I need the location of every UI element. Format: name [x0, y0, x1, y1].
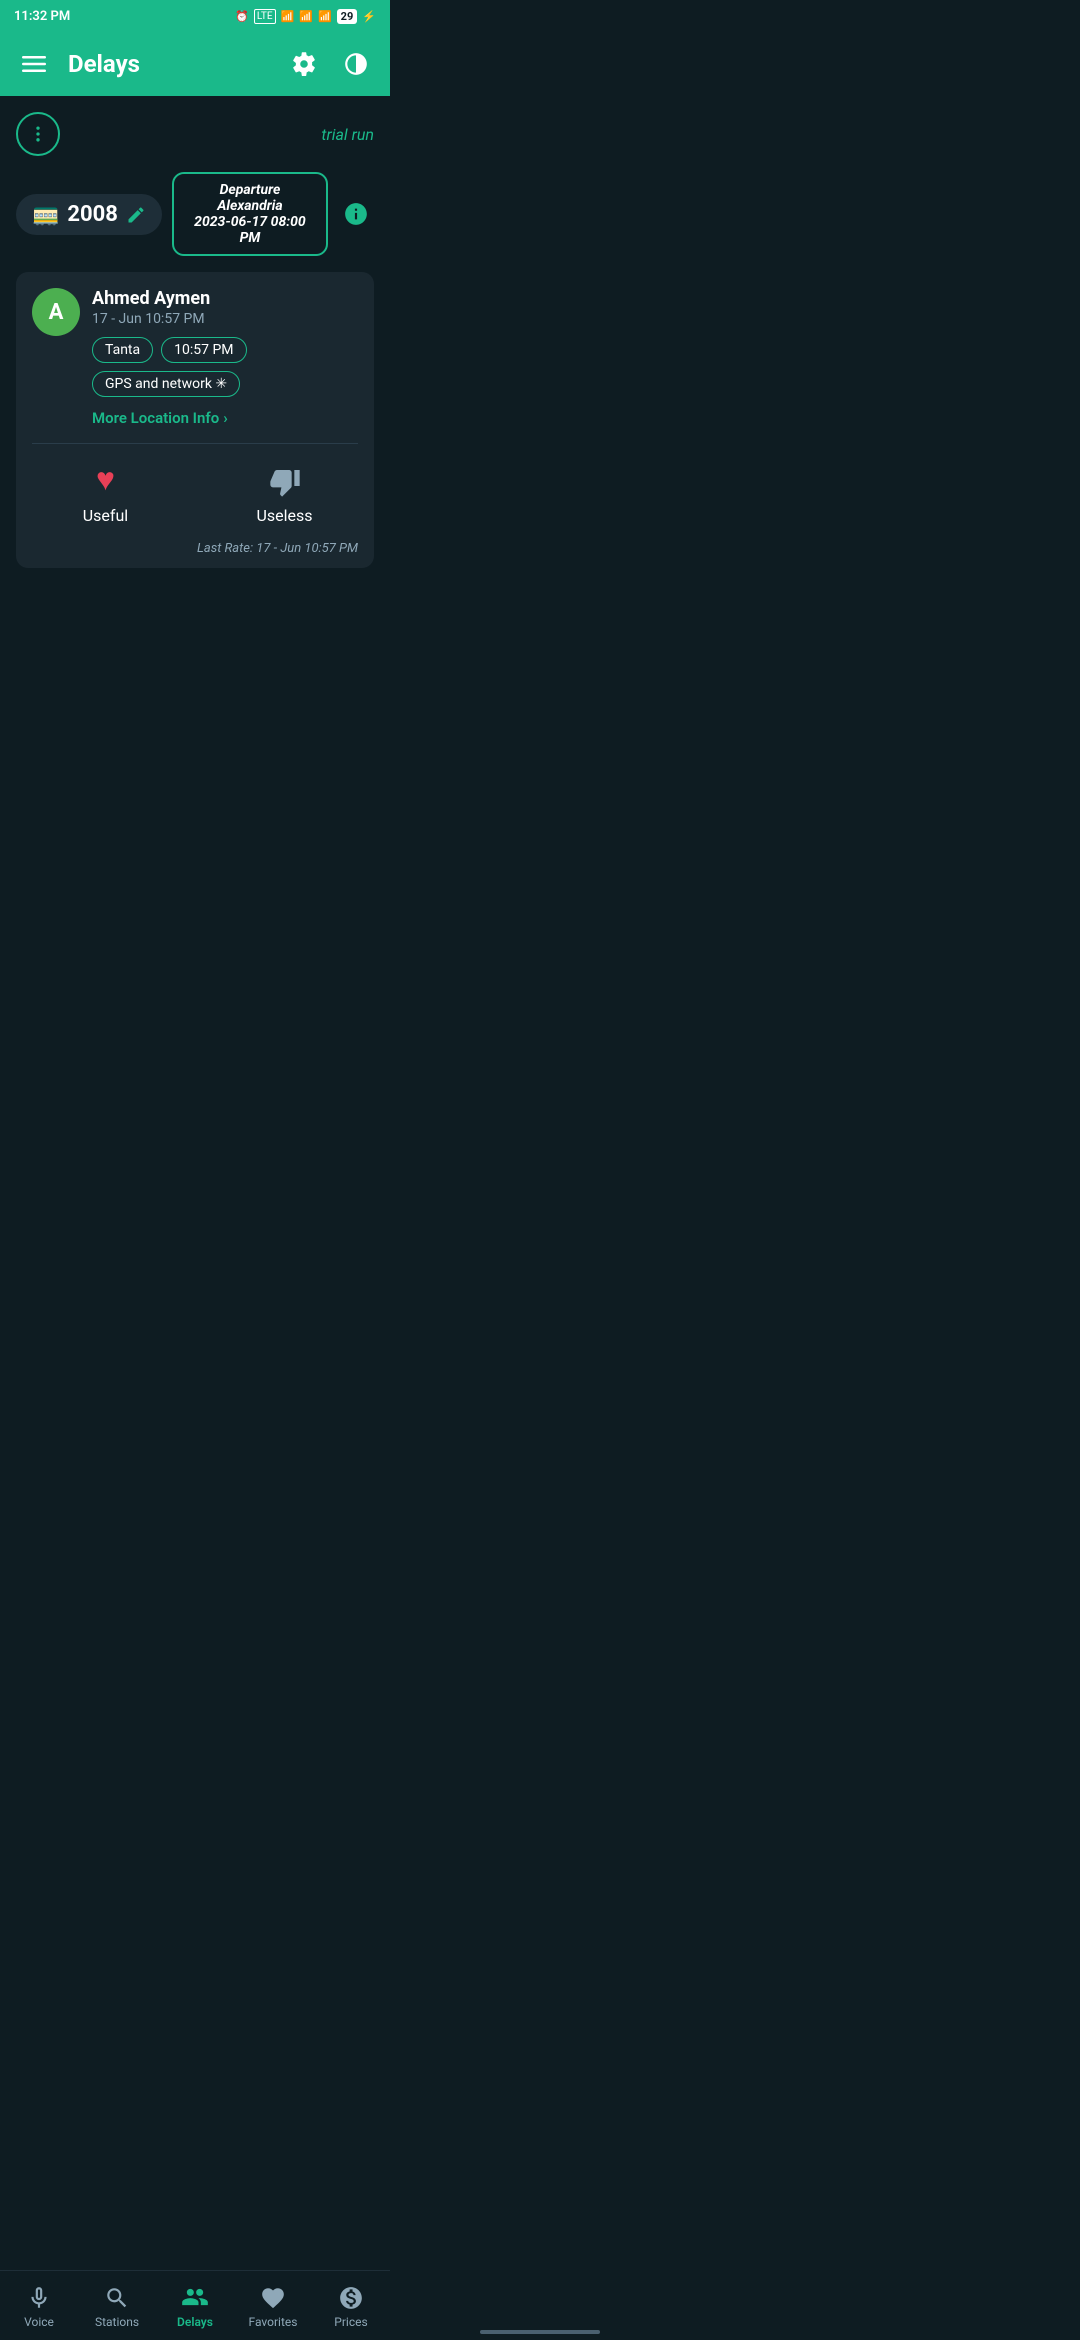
nav-item-stations[interactable]: Stations: [78, 2274, 156, 2329]
tag-gps: GPS and network ✳: [92, 371, 240, 397]
tags-row: Tanta 10:57 PM GPS and network ✳: [92, 337, 358, 397]
heart-icon: ♥: [96, 460, 115, 498]
train-icon: 🚃: [32, 202, 59, 227]
departure-box[interactable]: Departure Alexandria 2023-06-17 08:00 PM: [172, 172, 328, 256]
signal-icon-2: 📶: [299, 10, 313, 23]
signal-icon-1: 📶: [281, 10, 295, 23]
charging-icon: ⚡: [362, 10, 376, 23]
trial-run-label: trial run: [321, 125, 374, 144]
menu-button[interactable]: [16, 46, 52, 82]
edit-train-icon: [126, 203, 146, 224]
chevron-right-icon: ›: [223, 409, 228, 427]
status-bar: 11:32 PM ⏰ LTE 📶 📶 📶 29 ⚡: [0, 0, 390, 32]
more-options-button[interactable]: [16, 112, 60, 156]
tag-station: Tanta: [92, 337, 153, 363]
train-selector-row: 🚃 2008 Departure Alexandria 2023-06-17 0…: [16, 172, 374, 256]
train-number: 2008: [67, 202, 118, 227]
dollar-icon: [338, 2282, 364, 2311]
useful-button[interactable]: ♥ Useful: [16, 444, 195, 541]
nav-item-voice[interactable]: Voice: [0, 2274, 78, 2329]
top-row: trial run: [16, 112, 374, 156]
last-rate: Last Rate: 17 - Jun 10:57 PM: [16, 541, 374, 568]
nav-item-delays[interactable]: Delays: [156, 2274, 234, 2330]
wifi-icon: 📶: [318, 10, 332, 23]
useless-label: Useless: [256, 506, 312, 525]
useless-button[interactable]: Useless: [195, 444, 374, 541]
report-header: A Ahmed Aymen 17 - Jun 10:57 PM Tanta 10…: [16, 272, 374, 443]
heart-nav-icon: [260, 2282, 286, 2311]
people-icon: [181, 2282, 209, 2312]
main-content: trial run 🚃 2008 Departure Alexandria 20…: [0, 96, 390, 568]
settings-button[interactable]: [286, 46, 322, 82]
useful-label: Useful: [83, 506, 128, 525]
departure-date: 2023-06-17 08:00 PM: [186, 214, 314, 246]
nav-label-voice: Voice: [24, 2315, 54, 2329]
info-button[interactable]: [338, 196, 374, 232]
page-title: Delays: [68, 50, 270, 78]
nav-label-stations: Stations: [95, 2315, 139, 2329]
reporter-name: Ahmed Aymen: [92, 288, 358, 309]
battery-indicator: 29: [337, 9, 358, 24]
app-bar-icons: [286, 46, 374, 82]
more-location-info-link[interactable]: More Location Info ›: [92, 409, 358, 427]
nav-item-favorites[interactable]: Favorites: [234, 2274, 312, 2329]
tag-time: 10:57 PM: [161, 337, 246, 363]
train-number-box[interactable]: 🚃 2008: [16, 194, 162, 235]
report-card: A Ahmed Aymen 17 - Jun 10:57 PM Tanta 10…: [16, 272, 374, 568]
nav-label-delays: Delays: [177, 2315, 213, 2329]
report-info: Ahmed Aymen 17 - Jun 10:57 PM Tanta 10:5…: [92, 288, 358, 427]
rating-row: ♥ Useful Useless: [16, 444, 374, 541]
status-time: 11:32 PM: [14, 9, 70, 24]
nav-label-favorites: Favorites: [249, 2315, 298, 2329]
bottom-nav: Voice Stations Delays Favorites: [0, 2270, 390, 2340]
thumbs-down-icon: [269, 460, 301, 498]
search-icon: [104, 2282, 130, 2311]
avatar: A: [32, 288, 80, 336]
lte-icon: LTE: [254, 9, 276, 24]
home-indicator: [480, 2330, 600, 2334]
theme-toggle-button[interactable]: [338, 46, 374, 82]
alarm-icon: ⏰: [235, 10, 249, 23]
report-time: 17 - Jun 10:57 PM: [92, 311, 358, 327]
microphone-icon: [26, 2282, 52, 2311]
app-bar: Delays: [0, 32, 390, 96]
nav-label-prices: Prices: [334, 2315, 367, 2329]
nav-item-prices[interactable]: Prices: [312, 2274, 390, 2329]
status-icons: ⏰ LTE 📶 📶 📶 29 ⚡: [235, 9, 376, 24]
departure-title: Departure Alexandria: [186, 182, 314, 214]
